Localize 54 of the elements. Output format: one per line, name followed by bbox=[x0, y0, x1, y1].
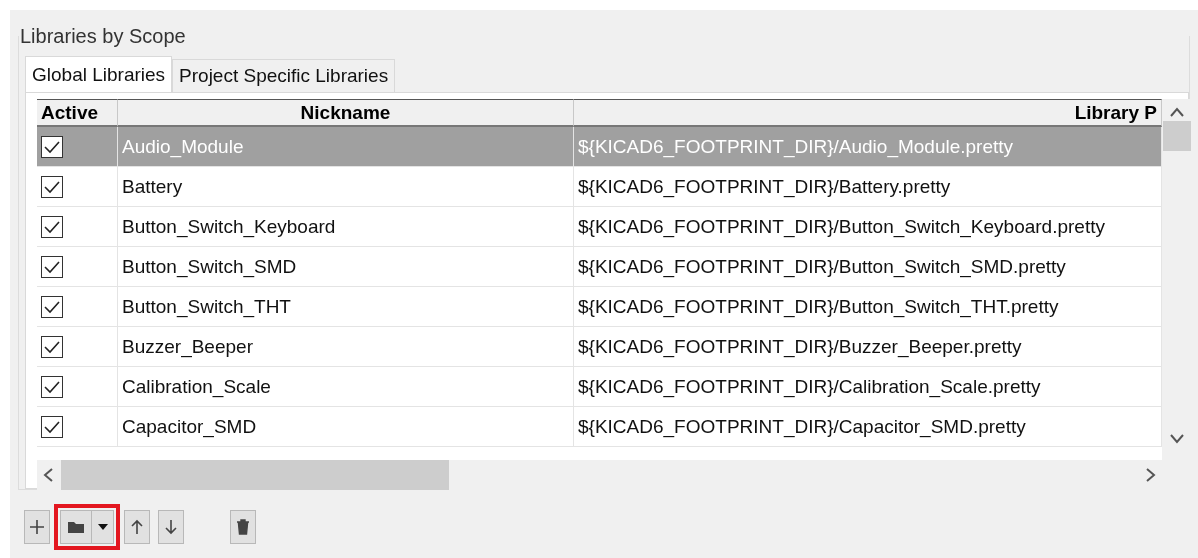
tab[interactable]: Project Specific Libraries bbox=[172, 59, 396, 92]
plus-icon bbox=[29, 519, 45, 535]
delete-button[interactable] bbox=[230, 510, 256, 544]
checkbox[interactable] bbox=[41, 295, 63, 318]
chevron-down-icon bbox=[1169, 434, 1185, 444]
table-cell: ${KICAD6_FOOTPRINT_DIR}/Audio_Module.pretty bbox=[574, 127, 1162, 167]
caret-icon bbox=[97, 524, 108, 530]
checkbox[interactable] bbox=[41, 415, 63, 438]
check-icon bbox=[43, 219, 61, 234]
checkbox[interactable] bbox=[41, 375, 63, 398]
check-icon bbox=[43, 139, 61, 154]
table-cell: ${KICAD6_FOOTPRINT_DIR}/Capacitor_SMD.pretty bbox=[574, 407, 1162, 447]
table-cell: Button_Switch_SMD bbox=[118, 247, 574, 287]
folder-icon bbox=[67, 519, 85, 535]
table-cell: Button_Switch_THT bbox=[118, 287, 574, 327]
check-icon bbox=[43, 179, 61, 194]
checkbox[interactable] bbox=[41, 215, 63, 238]
chevron-left-icon bbox=[43, 467, 53, 483]
check-icon bbox=[43, 299, 61, 314]
checkbox[interactable] bbox=[41, 135, 63, 158]
arrow-up-icon bbox=[129, 519, 145, 535]
trash-icon bbox=[235, 519, 251, 535]
table-cell: Capacitor_SMD bbox=[118, 407, 574, 447]
move-up-button[interactable] bbox=[124, 510, 150, 544]
chevron-up-icon bbox=[1169, 107, 1185, 117]
check-icon bbox=[43, 339, 61, 354]
scroll-thumb[interactable] bbox=[61, 460, 449, 490]
table-cell: Battery bbox=[118, 167, 574, 207]
checkbox[interactable] bbox=[41, 335, 63, 358]
table-cell: Calibration_Scale bbox=[118, 367, 574, 407]
column-header[interactable]: Nickname bbox=[118, 99, 574, 127]
arrow-down-icon bbox=[163, 519, 179, 535]
move-down-button[interactable] bbox=[158, 510, 184, 544]
column-header[interactable]: Library P bbox=[574, 99, 1162, 127]
add-button[interactable] bbox=[24, 510, 50, 544]
table-cell: Audio_Module bbox=[118, 127, 574, 167]
tab[interactable]: Global Libraries bbox=[25, 56, 173, 93]
group-title: Libraries by Scope bbox=[20, 24, 187, 48]
table-cell: ${KICAD6_FOOTPRINT_DIR}/Button_Switch_THT.pretty bbox=[574, 287, 1162, 327]
column-header[interactable]: Active bbox=[37, 99, 118, 127]
check-icon bbox=[43, 379, 61, 394]
checkbox[interactable] bbox=[41, 255, 63, 278]
table-cell: ${KICAD6_FOOTPRINT_DIR}/Button_Switch_Keyboard.pretty bbox=[574, 207, 1162, 247]
table-cell: Button_Switch_Keyboard bbox=[118, 207, 574, 247]
table-cell: Buzzer_Beeper bbox=[118, 327, 574, 367]
scroll-thumb[interactable] bbox=[1163, 121, 1191, 151]
check-icon bbox=[43, 259, 61, 274]
checkbox[interactable] bbox=[41, 175, 63, 198]
table-cell: ${KICAD6_FOOTPRINT_DIR}/Battery.pretty bbox=[574, 167, 1162, 207]
check-icon bbox=[43, 419, 61, 434]
chevron-right-icon bbox=[1146, 467, 1156, 483]
table-cell: ${KICAD6_FOOTPRINT_DIR}/Buzzer_Beeper.pretty bbox=[574, 327, 1162, 367]
table-cell: ${KICAD6_FOOTPRINT_DIR}/Calibration_Scale.pretty bbox=[574, 367, 1162, 407]
table-cell: ${KICAD6_FOOTPRINT_DIR}/Button_Switch_SMD.pretty bbox=[574, 247, 1162, 287]
